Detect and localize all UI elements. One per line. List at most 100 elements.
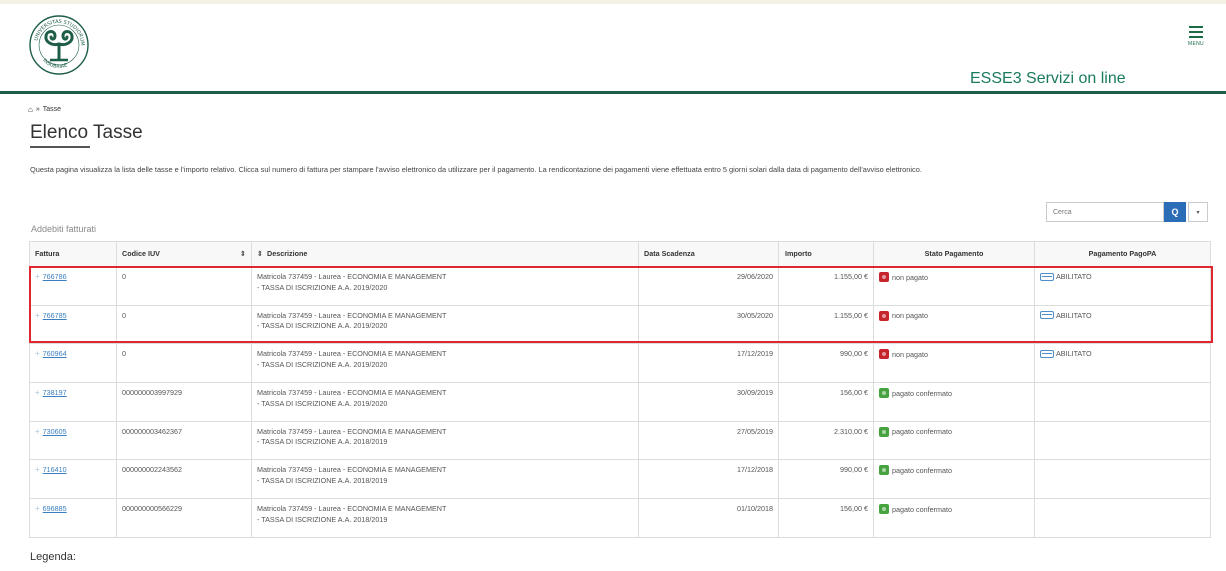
cell-fattura: +696885 [29,498,117,538]
column-header-descrizione[interactable]: ⇕ Descrizione [251,241,639,267]
invoice-link[interactable]: 716410 [43,465,67,474]
invoice-link[interactable]: 738197 [43,388,67,397]
search-options-dropdown[interactable]: ▾ [1188,202,1208,222]
cell-importo: 1.155,00 € [778,304,874,345]
cell-stato-pagamento: pagato confermato [873,420,1035,461]
expand-icon[interactable]: + [35,465,40,474]
status-label: non pagato [892,311,928,321]
cell-iuv: 0 [116,266,252,306]
cell-stato-pagamento: non pagato [873,343,1035,384]
search-icon: Q [1171,207,1179,217]
column-header-label: Fattura [35,249,60,258]
cell-iuv: 0 [116,304,252,345]
search-button[interactable]: Q [1164,202,1186,222]
cell-fattura: +760964 [29,343,117,384]
table-row: +738197 000000003997929 Matricola 737459… [29,382,1211,422]
invoice-link[interactable]: 696885 [43,504,67,513]
cell-fattura: +738197 [29,382,117,422]
table-header-row: Fattura Codice IUV ⇕ ⇕ Descrizione Data Sc… [29,241,1211,267]
column-header-label: Pagamento PagoPA [1088,249,1157,258]
description-line: Matricola 737459 - Laurea - ECONOMIA E M… [257,426,447,436]
status-icon [879,349,889,360]
pagopa-status[interactable]: ABILITATO [1056,272,1092,281]
pagopa-card-icon [1040,311,1054,320]
header-divider [0,91,1226,94]
cell-stato-pagamento: pagato confermato [873,459,1035,500]
description-line: - TASSA DI ISCRIZIONE A.A. 2019/2020 [257,398,388,408]
status-icon [879,272,889,282]
menu-button[interactable]: MENU [1184,26,1208,52]
status-label: non pagato [892,272,928,282]
table-row: +716410 000000002243562 Matricola 737459… [29,459,1211,500]
cell-descrizione: Matricola 737459 - Laurea - ECONOMIA E M… [251,382,639,422]
home-icon[interactable]: ⌂ [28,105,33,114]
description-line: Matricola 737459 - Laurea - ECONOMIA E M… [257,388,447,398]
cell-descrizione: Matricola 737459 - Laurea - ECONOMIA E M… [251,420,639,461]
expand-icon[interactable]: + [35,311,40,320]
column-header-iuv[interactable]: Codice IUV ⇕ [116,241,252,267]
column-header-data-scadenza[interactable]: Data Scadenza [638,241,779,267]
cell-stato-pagamento: non pagato [873,304,1035,345]
description-line: - TASSA DI ISCRIZIONE A.A. 2019/2020 [257,359,388,369]
cell-fattura: +766785 [29,304,117,345]
sort-icon[interactable]: ⇕ [240,249,246,258]
cell-importo: 990,00 € [778,459,874,500]
table-row: +766786 0 Matricola 737459 - Laurea - EC… [29,266,1211,306]
cell-fattura: +716410 [29,459,117,500]
cell-data-scadenza: 29/06/2020 [638,266,779,306]
cell-fattura: +766786 [29,266,117,306]
cell-descrizione: Matricola 737459 - Laurea - ECONOMIA E M… [251,304,639,345]
cell-descrizione: Matricola 737459 - Laurea - ECONOMIA E M… [251,459,639,500]
page-intro: Questa pagina visualizza la lista delle … [30,165,922,174]
column-header-label: Codice IUV [122,249,160,258]
column-header-stato-pagamento[interactable]: Stato Pagamento [873,241,1035,267]
expand-icon[interactable]: + [35,272,40,281]
table-row: +696885 000000000566229 Matricola 737459… [29,498,1211,538]
breadcrumb-separator: » [35,106,40,113]
cell-importo: 156,00 € [778,498,874,538]
menu-label: MENU [1188,41,1204,47]
cell-iuv: 0 [116,343,252,384]
description-line: Matricola 737459 - Laurea - ECONOMIA E M… [257,272,447,281]
cell-importo: 990,00 € [778,343,874,384]
cell-iuv: 000000002243562 [116,459,252,500]
cell-data-scadenza: 17/12/2018 [638,459,779,500]
hamburger-bar [1189,31,1203,33]
status-icon [879,426,889,437]
breadcrumb: ⌂ » Tasse [28,105,61,114]
table-row: +766785 0 Matricola 737459 - Laurea - EC… [29,304,1211,345]
chevron-down-icon: ▾ [1196,209,1200,216]
invoice-link[interactable]: 766785 [43,311,67,320]
university-logo[interactable]: UNIVERSITAS STUDIORUM INSUBRIAE [28,14,90,76]
description-line: - TASSA DI ISCRIZIONE A.A. 2019/2020 [257,321,388,331]
description-line: Matricola 737459 - Laurea - ECONOMIA E M… [257,504,447,514]
cell-iuv: 000000000566229 [116,498,252,538]
status-label: non pagato [892,349,928,359]
pagopa-status[interactable]: ABILITATO [1056,349,1092,358]
column-header-pagopa[interactable]: Pagamento PagoPA [1034,241,1211,267]
cell-fattura: +730605 [29,420,117,461]
search-input[interactable] [1046,202,1164,222]
invoice-link[interactable]: 766786 [43,272,67,281]
invoice-link[interactable]: 760964 [43,349,67,358]
pagopa-status[interactable]: ABILITATO [1056,311,1092,320]
cell-pagopa [1034,459,1211,500]
status-icon [879,310,889,321]
table-row: +730605 000000003462367 Matricola 737459… [29,420,1211,461]
cell-pagopa: ABILITATO [1034,266,1211,306]
column-header-label: Importo [785,249,812,258]
column-header-label: Descrizione [267,249,308,258]
sort-icon[interactable]: ⇕ [257,249,263,258]
expand-icon[interactable]: + [35,388,40,397]
expand-icon[interactable]: + [35,427,40,436]
cell-descrizione: Matricola 737459 - Laurea - ECONOMIA E M… [251,343,639,384]
invoice-link[interactable]: 730605 [43,427,67,436]
expand-icon[interactable]: + [35,349,40,358]
column-header-importo[interactable]: Importo [778,241,874,267]
status-label: pagato confermato [892,388,952,398]
cell-iuv: 000000003462367 [116,420,252,461]
cell-pagopa: ABILITATO [1034,343,1211,384]
expand-icon[interactable]: + [35,504,40,513]
cell-data-scadenza: 27/05/2019 [638,420,779,461]
column-header-fattura[interactable]: Fattura [29,241,117,267]
